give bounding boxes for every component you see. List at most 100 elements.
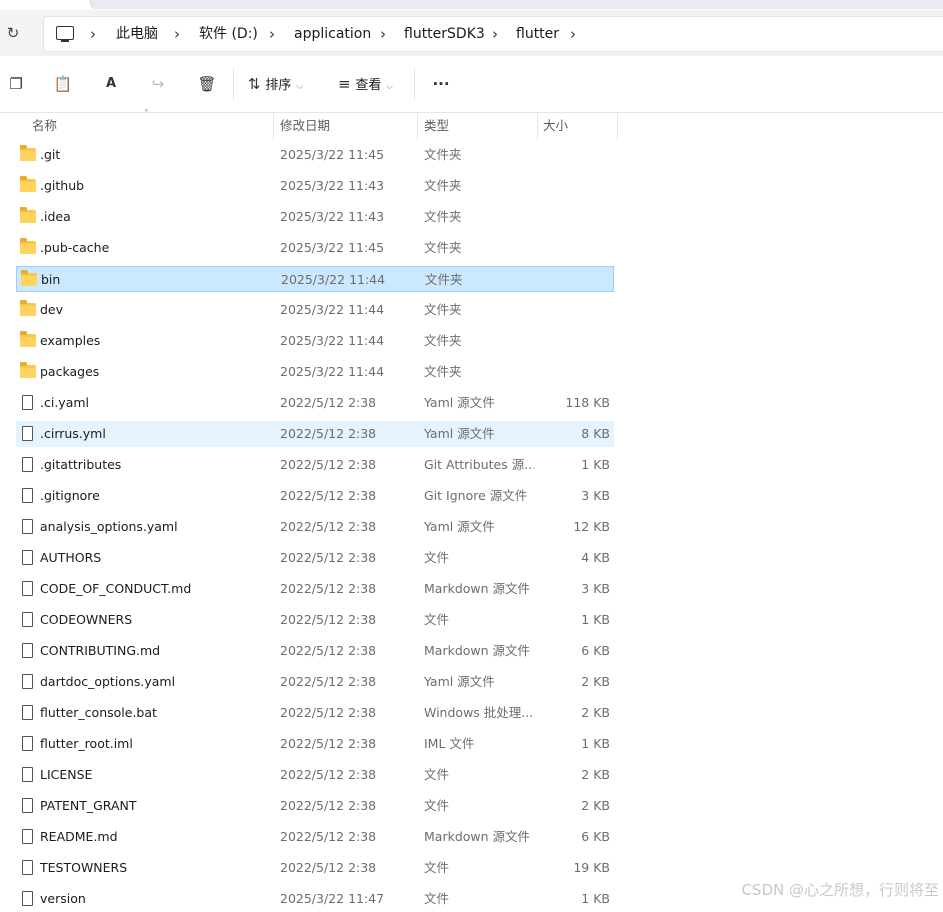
file-type: IML 文件 — [424, 736, 475, 751]
column-date[interactable]: 修改日期 — [280, 112, 330, 140]
refresh-icon[interactable]: ↻ — [4, 24, 22, 42]
column-divider[interactable] — [617, 112, 618, 140]
file-icon — [22, 519, 33, 534]
file-row[interactable]: examples 2025/3/22 11:44 文件夹 — [16, 328, 614, 354]
file-icon — [22, 829, 33, 844]
breadcrumb-fluttersdk3[interactable]: flutterSDK3 — [404, 17, 485, 51]
file-type: 文件 — [424, 550, 450, 565]
toolbar-divider — [414, 68, 415, 100]
chevron-down-icon: ⌵ — [296, 82, 303, 92]
file-icon — [22, 643, 33, 658]
folder-icon — [20, 145, 36, 161]
watermark: CSDN @心之所想，行则将至 — [741, 881, 939, 899]
file-row[interactable]: .gitattributes 2022/5/12 2:38 Git Attribut… — [16, 452, 614, 478]
breadcrumb-drive-d[interactable]: 软件 (D:) — [199, 17, 258, 51]
file-row[interactable]: packages 2025/3/22 11:44 文件夹 — [16, 359, 614, 385]
file-name: PATENT_GRANT — [40, 798, 137, 813]
file-size: 3 KB — [581, 488, 610, 503]
breadcrumb-application[interactable]: application — [294, 17, 371, 51]
chevron-right-icon[interactable]: › — [380, 17, 386, 51]
file-row[interactable]: CODE_OF_CONDUCT.md 2022/5/12 2:38 Markdown… — [16, 576, 614, 602]
file-row[interactable]: .git 2025/3/22 11:45 文件夹 — [16, 142, 614, 168]
file-name: .ci.yaml — [40, 395, 89, 410]
file-size — [536, 173, 610, 199]
chevron-right-icon[interactable]: › — [269, 17, 275, 51]
file-row[interactable]: LICENSE 2022/5/12 2:38 文件 2 KB — [16, 762, 614, 788]
file-row[interactable]: flutter_root.iml 2022/5/12 2:38 IML 文件 1 KB — [16, 731, 614, 757]
file-date: 2022/5/12 2:38 — [280, 612, 377, 627]
paste-icon: 📋 — [53, 75, 73, 93]
file-size: 2 KB — [581, 674, 610, 689]
file-name: README.md — [40, 829, 118, 844]
folder-icon — [21, 270, 37, 286]
file-date: 2022/5/12 2:38 — [280, 457, 377, 472]
file-size: 8 KB — [581, 426, 610, 441]
file-row[interactable]: .idea 2025/3/22 11:43 文件夹 — [16, 204, 614, 230]
chevron-down-icon: ⌵ — [386, 82, 393, 92]
window-top-strip — [0, 0, 943, 10]
file-date: 2025/3/22 11:43 — [280, 209, 385, 224]
chevron-right-icon[interactable]: › — [570, 17, 576, 51]
file-icon — [22, 891, 33, 906]
file-type: Git Ignore 源文件 — [424, 488, 528, 503]
file-size: 6 KB — [581, 829, 610, 844]
file-type: Yaml 源文件 — [424, 395, 495, 410]
breadcrumb-this-pc[interactable]: 此电脑 — [116, 17, 158, 51]
this-pc-icon[interactable] — [56, 26, 74, 42]
file-date: 2022/5/12 2:38 — [280, 736, 377, 751]
file-row[interactable]: PATENT_GRANT 2022/5/12 2:38 文件 2 KB — [16, 793, 614, 819]
column-name[interactable]: 名称 — [32, 112, 57, 140]
file-name: flutter_console.bat — [40, 705, 157, 720]
chevron-right-icon[interactable]: › — [492, 17, 498, 51]
file-size — [536, 297, 610, 323]
breadcrumb-flutter[interactable]: flutter — [516, 17, 559, 51]
rename-icon[interactable]: A — [100, 74, 122, 94]
file-name: .github — [40, 178, 85, 193]
file-date: 2025/3/22 11:45 — [280, 147, 385, 162]
file-row[interactable]: dartdoc_options.yaml 2022/5/12 2:38 Yaml 源… — [16, 669, 614, 695]
file-row[interactable]: README.md 2022/5/12 2:38 Markdown 源文件 6 KB — [16, 824, 614, 850]
file-size: 2 KB — [581, 705, 610, 720]
view-button[interactable]: ≡ 查看 ⌵ — [338, 74, 408, 94]
file-row[interactable]: analysis_options.yaml 2022/5/12 2:38 Yaml … — [16, 514, 614, 540]
file-row[interactable]: .gitignore 2022/5/12 2:38 Git Ignore 源文件 3 … — [16, 483, 614, 509]
file-row[interactable]: dev 2025/3/22 11:44 文件夹 — [16, 297, 614, 323]
column-divider[interactable] — [417, 112, 418, 140]
file-row[interactable]: version 2025/3/22 11:47 文件 1 KB — [16, 886, 614, 912]
file-row[interactable]: CODEOWNERS 2022/5/12 2:38 文件 1 KB — [16, 607, 614, 633]
chevron-right-icon[interactable]: › — [174, 17, 180, 51]
sort-button[interactable]: ⇅ 排序 ⌵ — [248, 74, 318, 94]
file-size — [536, 328, 610, 354]
column-size[interactable]: 大小 — [543, 112, 568, 140]
file-row[interactable]: flutter_console.bat 2022/5/12 2:38 Windows… — [16, 700, 614, 726]
file-size: 19 KB — [573, 860, 610, 875]
column-header: ˄ 名称 修改日期 类型 大小 — [0, 109, 943, 140]
file-name: .gitattributes — [40, 457, 122, 472]
file-row[interactable]: .cirrus.yml 2022/5/12 2:38 Yaml 源文件 8 KB — [16, 421, 614, 447]
column-divider[interactable] — [273, 112, 274, 140]
file-row[interactable]: CONTRIBUTING.md 2022/5/12 2:38 Markdown 源文… — [16, 638, 614, 664]
file-row[interactable]: .github 2025/3/22 11:43 文件夹 — [16, 173, 614, 199]
file-date: 2022/5/12 2:38 — [280, 395, 377, 410]
file-row[interactable]: .pub-cache 2025/3/22 11:45 文件夹 — [16, 235, 614, 261]
column-type[interactable]: 类型 — [424, 112, 449, 140]
address-bar[interactable]: › 此电脑 › 软件 (D:) › application › flutterS… — [43, 16, 943, 52]
file-row[interactable]: .ci.yaml 2022/5/12 2:38 Yaml 源文件 118 KB — [16, 390, 614, 416]
chevron-right-icon[interactable]: › — [90, 17, 96, 51]
file-row[interactable]: TESTOWNERS 2022/5/12 2:38 文件 19 KB — [16, 855, 614, 881]
tab-edge — [90, 0, 943, 9]
file-row[interactable]: AUTHORS 2022/5/12 2:38 文件 4 KB — [16, 545, 614, 571]
file-name: bin — [41, 272, 61, 287]
file-type: Markdown 源文件 — [424, 581, 531, 596]
more-options-button[interactable]: ··· — [428, 74, 454, 94]
delete-icon[interactable]: 🗑 — [196, 74, 218, 94]
file-size: 118 KB — [565, 395, 610, 410]
file-size: 1 KB — [581, 612, 610, 627]
file-name: analysis_options.yaml — [40, 519, 178, 534]
file-name: .pub-cache — [40, 240, 110, 255]
file-name: dev — [40, 302, 64, 317]
sort-ascending-icon: ˄ — [144, 109, 149, 120]
copy-icon[interactable]: ❐ — [6, 74, 26, 94]
column-divider[interactable] — [537, 112, 538, 140]
file-row[interactable]: bin 2025/3/22 11:44 文件夹 — [16, 266, 614, 292]
